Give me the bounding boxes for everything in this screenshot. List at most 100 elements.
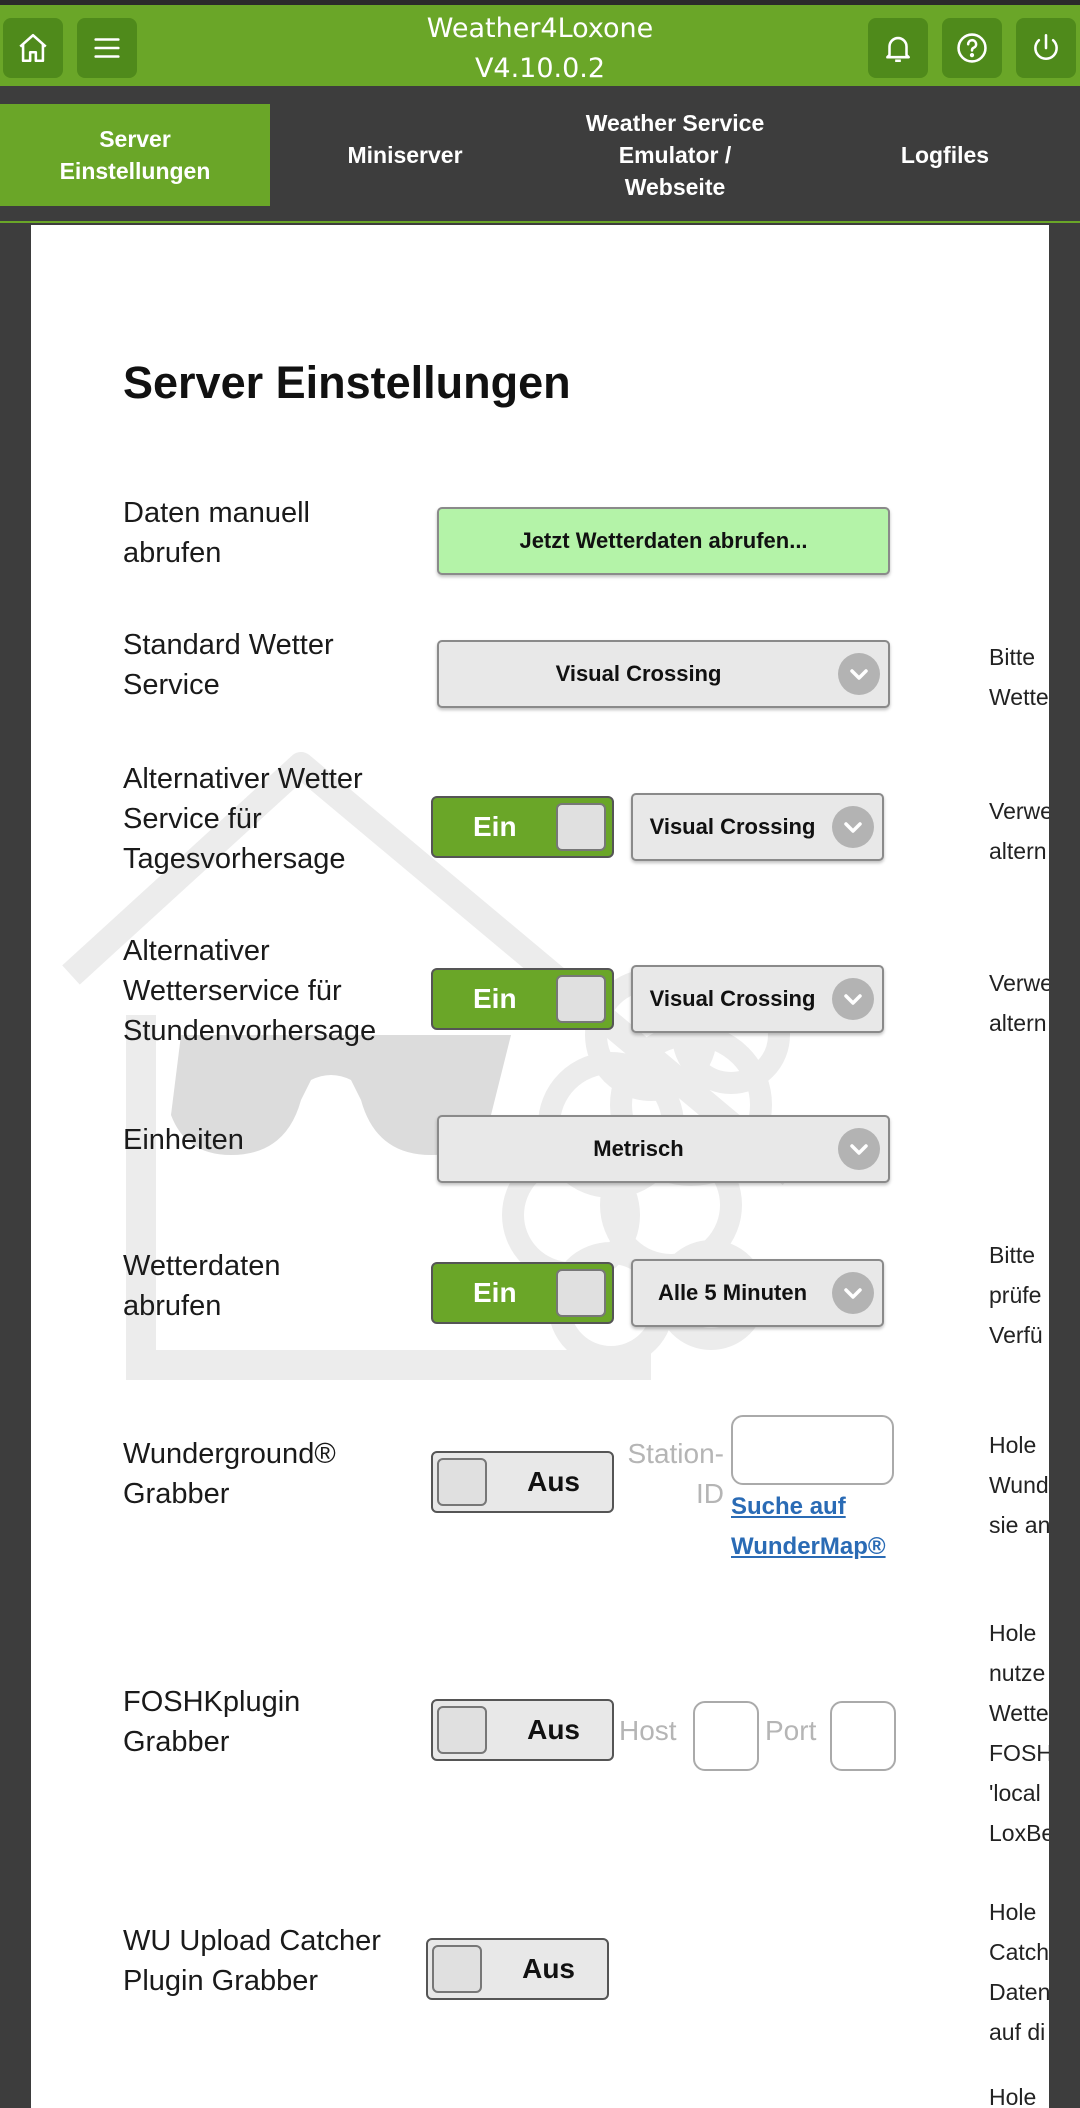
notifications-button[interactable] <box>868 18 928 78</box>
help-button[interactable] <box>942 18 1002 78</box>
home-button[interactable] <box>3 18 63 78</box>
toggle-knob <box>556 1269 606 1317</box>
daily-alt-service-description: Verwe altern <box>989 791 1049 871</box>
description-line: Wund <box>989 1472 1049 1498</box>
wu-catcher-toggle[interactable]: Aus <box>426 1938 609 2000</box>
wunderground-description: Hole Wund sie an <box>989 1425 1049 1545</box>
description-line: altern <box>989 838 1047 864</box>
chevron-down-icon <box>832 1272 874 1314</box>
fetch-interval-select[interactable]: Alle 5 Minuten <box>631 1259 884 1327</box>
hourly-alt-service-description: Verwe altern <box>989 963 1049 1043</box>
chevron-down-icon <box>838 653 880 695</box>
description-line: Bitte <box>989 1242 1036 1268</box>
station-id-input[interactable] <box>731 1415 894 1485</box>
description-line: nutze <box>989 1660 1046 1686</box>
toggle-label: Ein <box>473 811 517 842</box>
foshk-toggle[interactable]: Aus <box>431 1699 614 1761</box>
units-select[interactable]: Metrisch <box>437 1115 890 1183</box>
fetch-weather-description: Bitte prüfe Verfü <box>989 1235 1049 1355</box>
description-line: Daten <box>989 1979 1049 2005</box>
toggle-label: Aus <box>522 1953 575 1984</box>
select-value: Metrisch <box>593 1136 684 1161</box>
manual-fetch-label: Daten manuell abrufen <box>123 497 310 569</box>
toggle-label: Aus <box>527 1714 580 1745</box>
description-line: Verwe <box>989 970 1049 996</box>
foshk-label: FOSHKplugin Grabber <box>123 1686 301 1758</box>
daily-alt-service-select[interactable]: Visual Crossing <box>631 793 884 861</box>
tab-miniserver[interactable]: Miniserver <box>270 104 540 206</box>
wu-catcher-label: WU Upload Catcher Plugin Grabber <box>123 1925 381 1997</box>
description-line: Wette <box>989 684 1049 710</box>
fetch-weather-label: Wetterdaten abrufen <box>123 1250 281 1322</box>
toggle-knob <box>556 803 606 851</box>
units-label: Einheiten <box>123 1124 244 1156</box>
tab-bar: Server Einstellungen Miniserver Weather … <box>0 86 1080 223</box>
description-line: Wette <box>989 1700 1049 1726</box>
fetch-weather-now-button[interactable]: Jetzt Wetterdaten abrufen... <box>437 507 890 575</box>
wundermap-search-link[interactable]: Suche auf WunderMap® <box>731 1487 911 1567</box>
description-line: Hole <box>989 1620 1037 1646</box>
app-title: Weather4Loxone V4.10.0.2 <box>340 9 740 89</box>
hourly-alt-service-toggle[interactable]: Ein <box>431 968 614 1030</box>
toggle-knob <box>437 1458 487 1506</box>
chevron-down-icon <box>832 806 874 848</box>
settings-panel: Server Einstellungen Daten manuell abruf… <box>31 225 1049 2108</box>
host-input[interactable] <box>693 1701 759 1771</box>
description-line: 'local <box>989 1780 1041 1806</box>
description-line: sie an <box>989 1512 1049 1538</box>
description-line: Verfü <box>989 1322 1043 1348</box>
standard-service-label: Standard Wetter Service <box>123 629 334 701</box>
station-id-label: Station-ID <box>627 1438 725 1509</box>
hourly-alt-service-label: Alternativer Wetterservice für Stundenvo… <box>123 935 377 1047</box>
fetch-weather-toggle[interactable]: Ein <box>431 1262 614 1324</box>
standard-service-select[interactable]: Visual Crossing <box>437 640 890 708</box>
daily-alt-service-toggle[interactable]: Ein <box>431 796 614 858</box>
tab-label: Weather Service Emulator / Webseite <box>585 110 765 200</box>
description-line: Bitte <box>989 644 1036 670</box>
hourly-alt-service-select[interactable]: Visual Crossing <box>631 965 884 1033</box>
tab-logfiles[interactable]: Logfiles <box>810 104 1080 206</box>
description-line: Verwe <box>989 798 1049 824</box>
app-version: V4.10.0.2 <box>474 53 606 84</box>
standard-service-description: Bitte Wette <box>989 637 1049 717</box>
description-line: Catch <box>989 1939 1049 1965</box>
daily-alt-service-label: Alternativer Wetter Service für Tagesvor… <box>123 763 363 875</box>
select-value: Visual Crossing <box>555 661 722 686</box>
description-line: Hole <box>989 1432 1037 1458</box>
wu-catcher-description: Hole Catch Daten auf di <box>989 1892 1049 2052</box>
menu-icon <box>94 38 120 58</box>
bell-icon <box>886 36 910 63</box>
toggle-label: Ein <box>473 983 517 1014</box>
chevron-down-icon <box>838 1128 880 1170</box>
toggle-label: Aus <box>527 1466 580 1497</box>
description-line: Hole <box>989 2084 1037 2108</box>
description-line: auf di <box>989 2019 1046 2045</box>
next-row-description: Hole <box>989 2077 1049 2108</box>
power-button[interactable] <box>1016 18 1076 78</box>
tab-server-einstellungen[interactable]: Server Einstellungen <box>0 104 270 206</box>
tab-label: Miniserver <box>347 142 463 168</box>
description-line: Hole <box>989 1899 1037 1925</box>
description-line: prüfe <box>989 1282 1042 1308</box>
tab-weather-service-emulator[interactable]: Weather Service Emulator / Webseite <box>540 104 810 206</box>
select-value: Visual Crossing <box>649 986 816 1011</box>
foshk-description: Hole nutze Wette FOSH 'local LoxBe <box>989 1613 1049 1853</box>
host-label: Host <box>619 1715 677 1746</box>
power-icon <box>1034 33 1058 60</box>
app-header: Weather4Loxone V4.10.0.2 <box>0 5 1080 86</box>
app-name: Weather4Loxone <box>426 13 654 44</box>
toggle-knob <box>556 975 606 1023</box>
port-input[interactable] <box>830 1701 896 1771</box>
wunderground-toggle[interactable]: Aus <box>431 1451 614 1513</box>
menu-button[interactable] <box>77 18 137 78</box>
description-line: FOSH <box>989 1740 1049 1766</box>
select-value: Visual Crossing <box>649 814 816 839</box>
page-title: Server Einstellungen <box>123 357 571 408</box>
toggle-knob <box>437 1706 487 1754</box>
wunderground-label: Wunderground® Grabber <box>123 1438 336 1510</box>
chevron-down-icon <box>832 978 874 1020</box>
tab-label: Server Einstellungen <box>59 126 211 184</box>
toggle-label: Ein <box>473 1277 517 1308</box>
toggle-knob <box>432 1945 482 1993</box>
help-icon <box>957 33 987 63</box>
